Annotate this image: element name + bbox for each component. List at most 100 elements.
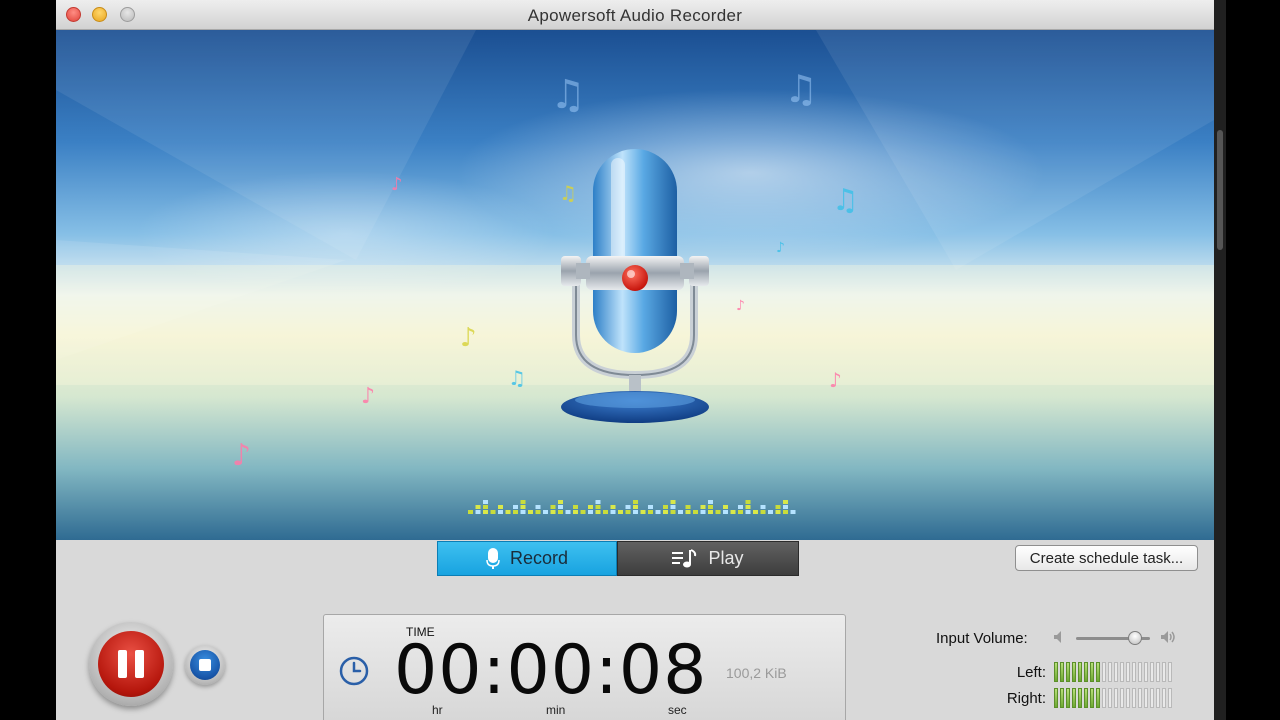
visualizer-bar (610, 505, 616, 509)
right-channel-label: Right: (1006, 690, 1046, 707)
visualizer-bar (670, 505, 676, 509)
visualizer-bar (715, 510, 721, 514)
clock-icon (339, 656, 369, 686)
meter-segment (1162, 688, 1166, 708)
tab-play[interactable]: Play (617, 541, 799, 576)
title-bar[interactable]: Apowersoft Audio Recorder (56, 0, 1214, 30)
meter-segment (1114, 688, 1118, 708)
svg-text:♪: ♪ (776, 240, 785, 256)
stop-button[interactable] (185, 645, 225, 685)
meter-segment (1072, 688, 1076, 708)
input-volume-slider-knob[interactable] (1128, 631, 1143, 645)
left-channel-meter (1054, 662, 1172, 682)
visualizer-bar (520, 500, 526, 504)
second-unit-label: sec (668, 703, 687, 717)
visualizer-bar (588, 510, 593, 514)
visualizer-bar (768, 510, 773, 514)
visualizer-bar (760, 510, 766, 514)
microphone-icon (486, 547, 500, 569)
meter-segment (1102, 662, 1106, 682)
visualizer-bar (775, 510, 781, 514)
visualizer-bar (723, 510, 728, 514)
visualizer-bar (483, 505, 488, 509)
meter-segment (1120, 688, 1124, 708)
speaker-high-icon (1161, 631, 1175, 643)
audio-level-visualizer (468, 500, 796, 514)
right-channel-meter (1054, 688, 1172, 708)
mode-tabs: Record Play (437, 541, 799, 576)
visualizer-bar (520, 510, 526, 514)
playlist-music-icon (672, 548, 697, 567)
meter-segment (1108, 688, 1112, 708)
meter-segment (1054, 662, 1058, 682)
visualizer-bar (670, 510, 676, 514)
visualizer-bar (573, 510, 578, 514)
visualizer-bar (693, 510, 698, 514)
visualizer-bar (708, 505, 713, 509)
meter-segment (1114, 662, 1118, 682)
visualizer-bar (513, 505, 518, 509)
visualizer-bar (498, 505, 503, 509)
visualizer-bar (625, 505, 631, 509)
meter-segment (1120, 662, 1124, 682)
visualizer-bar (648, 505, 653, 509)
visualizer-bar (565, 510, 571, 514)
meter-segment (1132, 662, 1136, 682)
visualizer-bar (655, 510, 661, 514)
meter-segment (1072, 662, 1076, 682)
input-volume-label: Input Volume: (936, 630, 1028, 647)
visualizer-bar (708, 510, 713, 514)
scrollbar[interactable] (1214, 0, 1226, 720)
visualizer-bar (558, 510, 563, 514)
meter-segment (1132, 688, 1136, 708)
tab-play-label: Play (708, 548, 744, 568)
visualizer-bar (783, 510, 788, 514)
visualizer-bar (535, 510, 541, 514)
visualizer-bar (513, 510, 518, 514)
meter-segment (1078, 688, 1082, 708)
visualizer-bar (685, 505, 691, 509)
meter-segment (1090, 688, 1094, 708)
visualizer-bar (730, 510, 736, 514)
visualizer-bar (625, 510, 631, 514)
visualizer-bar (700, 505, 706, 509)
visualizer-bar (738, 510, 743, 514)
visualizer-bar (498, 510, 503, 514)
visualizer-bar (640, 510, 646, 514)
visualizer-bar (700, 510, 706, 514)
meter-segment (1168, 688, 1172, 708)
scrollbar-thumb[interactable] (1217, 130, 1223, 250)
meter-segment (1156, 688, 1160, 708)
visualizer-scene: ♪ ♪ ♪ ♪ ♪ ♫ ♫ ♪ ♪ ♫ ♫ ♫ (56, 30, 1214, 540)
meter-segment (1144, 688, 1148, 708)
meter-segment (1126, 688, 1130, 708)
create-schedule-task-button[interactable]: Create schedule task... (1015, 545, 1198, 571)
visualizer-bar (790, 510, 796, 514)
visualizer-bar (528, 510, 533, 514)
visualizer-bar (468, 510, 473, 514)
visualizer-bar (760, 505, 766, 509)
meter-segment (1078, 662, 1082, 682)
meter-segment (1150, 688, 1154, 708)
visualizer-bar (670, 500, 676, 504)
visualizer-bar (595, 510, 601, 514)
pause-button[interactable] (89, 622, 173, 706)
meter-segment (1096, 662, 1100, 682)
visualizer-bar (535, 505, 541, 509)
elapsed-time-display: 00:00:08 (394, 631, 708, 710)
visualizer-bar (678, 510, 683, 514)
visualizer-bar (550, 505, 556, 509)
svg-text:♫: ♫ (784, 67, 818, 111)
visualizer-bar (483, 500, 488, 504)
visualizer-bar (595, 500, 601, 504)
meter-segment (1090, 662, 1094, 682)
visualizer-bar (520, 505, 526, 509)
visualizer-bar (610, 510, 616, 514)
visualizer-bar (775, 505, 781, 509)
meter-segment (1138, 662, 1142, 682)
scene-artwork: ♪ ♪ ♪ ♪ ♪ ♫ ♫ ♪ ♪ ♫ ♫ ♫ (56, 30, 1214, 514)
meter-segment (1066, 662, 1070, 682)
tab-record[interactable]: Record (437, 541, 617, 576)
meter-segment (1060, 688, 1064, 708)
visualizer-bar (633, 500, 638, 504)
